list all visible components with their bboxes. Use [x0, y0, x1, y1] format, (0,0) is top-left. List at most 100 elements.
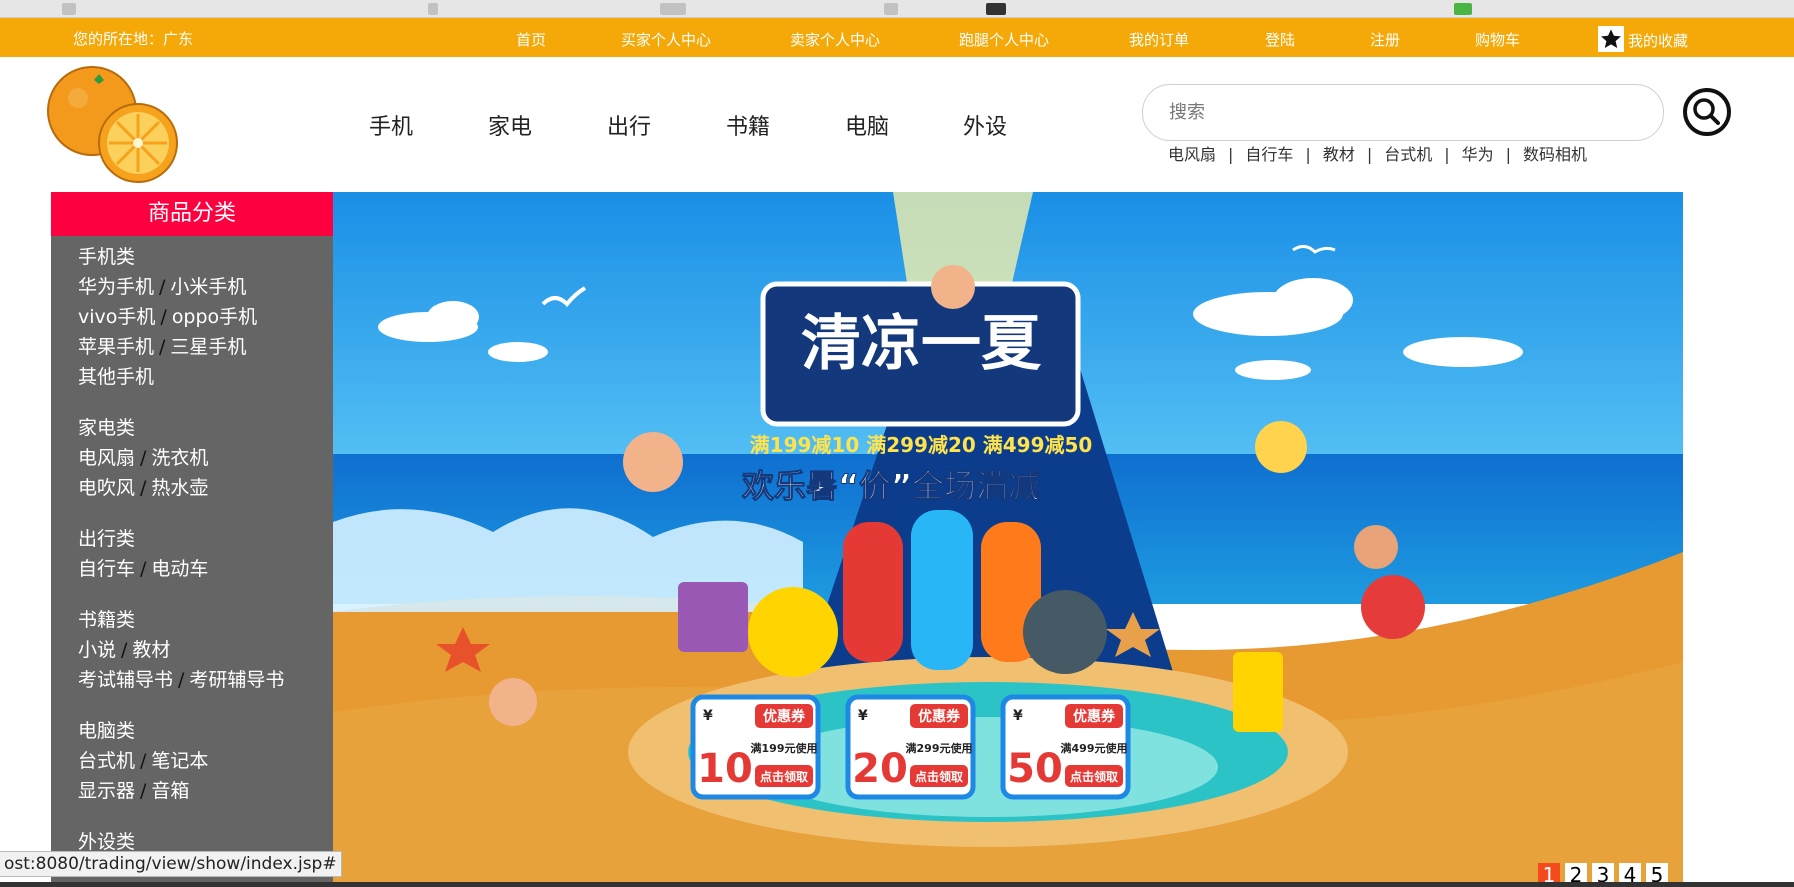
hot-keyword[interactable]: 华为: [1462, 145, 1494, 164]
category-link[interactable]: 台式机: [78, 750, 135, 772]
search-input[interactable]: [1142, 84, 1664, 141]
nav-peripherals[interactable]: 外设: [963, 109, 1007, 141]
coupon-condition: 满499元使用: [1061, 741, 1128, 755]
nav-appliances[interactable]: 家电: [488, 109, 532, 141]
tab-icon: [1454, 3, 1472, 15]
banner-promo-line: 满199减10 满299减20 满499减50: [750, 433, 1093, 457]
tab-icon: [660, 3, 686, 15]
category-link[interactable]: vivo手机: [78, 306, 155, 328]
category-link[interactable]: 教材: [132, 639, 170, 661]
cart-link[interactable]: 购物车: [1475, 29, 1520, 50]
status-url: ost:8080/trading/view/show/index.jsp#: [0, 851, 342, 877]
login-link[interactable]: 登陆: [1265, 29, 1295, 50]
coupon-currency: ¥: [703, 708, 713, 724]
nav-phones[interactable]: 手机: [369, 109, 413, 141]
category-heading[interactable]: 出行类: [78, 528, 135, 550]
nav-travel[interactable]: 出行: [607, 109, 651, 141]
category-link[interactable]: 电风扇: [78, 447, 135, 469]
category-link[interactable]: 热水壶: [151, 477, 208, 499]
home-link[interactable]: 首页: [516, 29, 546, 50]
category-link[interactable]: 考研辅导书: [189, 669, 284, 691]
my-orders-link[interactable]: 我的订单: [1129, 29, 1189, 50]
category-link[interactable]: oppo手机: [172, 306, 257, 328]
category-heading[interactable]: 书籍类: [78, 609, 135, 631]
coupon-card[interactable]: ¥ 50 优惠券 满499元使用 点击领取: [1000, 694, 1131, 800]
coupon-card[interactable]: ¥ 10 优惠券 满199元使用 点击领取: [690, 694, 821, 800]
category-heading[interactable]: 电脑类: [78, 720, 135, 742]
orange-logo-icon[interactable]: [44, 64, 180, 186]
search-icon: [1683, 88, 1731, 136]
coupon-amount: 10: [697, 746, 753, 792]
divider: |: [1505, 145, 1512, 164]
divider: |: [1366, 145, 1373, 164]
browser-tab-strip: [0, 0, 1794, 18]
category-group: 家电类 电风扇 / 洗衣机 电吹风 / 热水壶: [78, 417, 209, 499]
top-bar: 您的所在地：广东 首页 买家个人中心 卖家个人中心 跑腿个人中心 我的订单 登陆…: [0, 18, 1794, 57]
category-heading[interactable]: 手机类: [78, 246, 135, 268]
category-group: 书籍类 小说 / 教材 考试辅导书 / 考研辅导书: [78, 609, 285, 691]
seller-center-link[interactable]: 卖家个人中心: [790, 29, 880, 50]
category-link[interactable]: 洗衣机: [151, 447, 208, 469]
category-group: 出行类 自行车 / 电动车: [78, 528, 209, 580]
category-link[interactable]: 华为手机: [78, 276, 154, 298]
coupon-currency: ¥: [1013, 708, 1023, 724]
coupon-title: 优惠券: [1073, 708, 1116, 725]
banner-slogan: 欢乐暑“价”全场满减: [741, 467, 1040, 505]
tab-icon: [428, 3, 438, 15]
divider: |: [1228, 145, 1234, 164]
category-link[interactable]: 三星手机: [170, 336, 246, 358]
runner-center-link[interactable]: 跑腿个人中心: [959, 29, 1049, 50]
location-label: 您的所在地：广东: [73, 30, 194, 48]
hot-keyword[interactable]: 自行车: [1245, 145, 1293, 164]
coupon-amount: 50: [1007, 746, 1063, 792]
category-link[interactable]: 小米手机: [170, 276, 246, 298]
category-sidebar: 商品分类 手机类 华为手机 / 小米手机 vivo手机 / oppo手机 苹果手机 / 三星…: [51, 192, 333, 887]
buyer-center-link[interactable]: 买家个人中心: [621, 29, 711, 50]
tab-icon: [986, 3, 1006, 15]
coupon-condition: 满199元使用: [751, 741, 818, 755]
star-icon[interactable]: [1598, 26, 1624, 52]
sidebar-title: 商品分类: [51, 192, 333, 236]
search-button[interactable]: [1682, 87, 1732, 137]
category-link[interactable]: 笔记本: [151, 750, 208, 772]
coupon-title: 优惠券: [918, 708, 961, 725]
category-link[interactable]: 其他手机: [78, 366, 154, 388]
tab-icon: [884, 3, 898, 15]
category-group: 手机类 华为手机 / 小米手机 vivo手机 / oppo手机 苹果手机 / 三星手机 其他…: [78, 246, 258, 388]
hot-keyword[interactable]: 台式机: [1384, 145, 1432, 164]
nav-computers[interactable]: 电脑: [845, 109, 889, 141]
nav-books[interactable]: 书籍: [726, 109, 770, 141]
category-link[interactable]: 电动车: [151, 558, 208, 580]
coupon-currency: ¥: [858, 708, 868, 724]
category-heading[interactable]: 外设类: [78, 831, 135, 853]
coupon-card[interactable]: ¥ 20 优惠券 满299元使用 点击领取: [845, 694, 976, 800]
coupon-title: 优惠券: [763, 708, 806, 725]
category-link[interactable]: 小说: [78, 639, 116, 661]
category-link[interactable]: 考试辅导书: [78, 669, 173, 691]
hot-keyword[interactable]: 电风扇: [1168, 145, 1216, 164]
divider: |: [1444, 145, 1450, 164]
coupon-amount: 20: [852, 746, 908, 792]
coupon-claim-button[interactable]: 点击领取: [915, 769, 963, 784]
hot-keyword[interactable]: 教材: [1323, 145, 1355, 164]
category-link[interactable]: 显示器: [78, 780, 135, 802]
coupon-condition: 满299元使用: [906, 741, 973, 755]
hot-keyword[interactable]: 数码相机: [1523, 145, 1587, 164]
category-link[interactable]: 电吹风: [78, 477, 135, 499]
category-heading[interactable]: 家电类: [78, 417, 135, 439]
coupon-claim-button[interactable]: 点击领取: [1070, 769, 1118, 784]
divider: |: [1305, 145, 1311, 164]
category-link[interactable]: 自行车: [78, 558, 135, 580]
category-group: 电脑类 台式机 / 笔记本 显示器 / 音箱: [78, 720, 209, 802]
promo-banner[interactable]: 清凉一夏 满199减10 满299减20 满499减50 欢乐暑“价”全场满减 …: [333, 192, 1683, 887]
banner-headline: 清凉一夏: [801, 309, 1042, 379]
register-link[interactable]: 注册: [1370, 29, 1400, 50]
coupon-claim-button[interactable]: 点击领取: [760, 769, 808, 784]
category-link[interactable]: 音箱: [151, 780, 189, 802]
tab-icon: [62, 3, 76, 15]
category-link[interactable]: 苹果手机: [78, 336, 154, 358]
window-bottom-edge: [0, 882, 1794, 887]
hot-keywords: 电风扇 | 自行车 | 教材 | 台式机 | 华为 | 数码相机: [1168, 141, 1587, 165]
favorites-link[interactable]: 我的收藏: [1628, 30, 1688, 51]
banner-illustration: 清凉一夏 满199减10 满299减20 满499减50 欢乐暑“价”全场满减 …: [333, 192, 1683, 887]
